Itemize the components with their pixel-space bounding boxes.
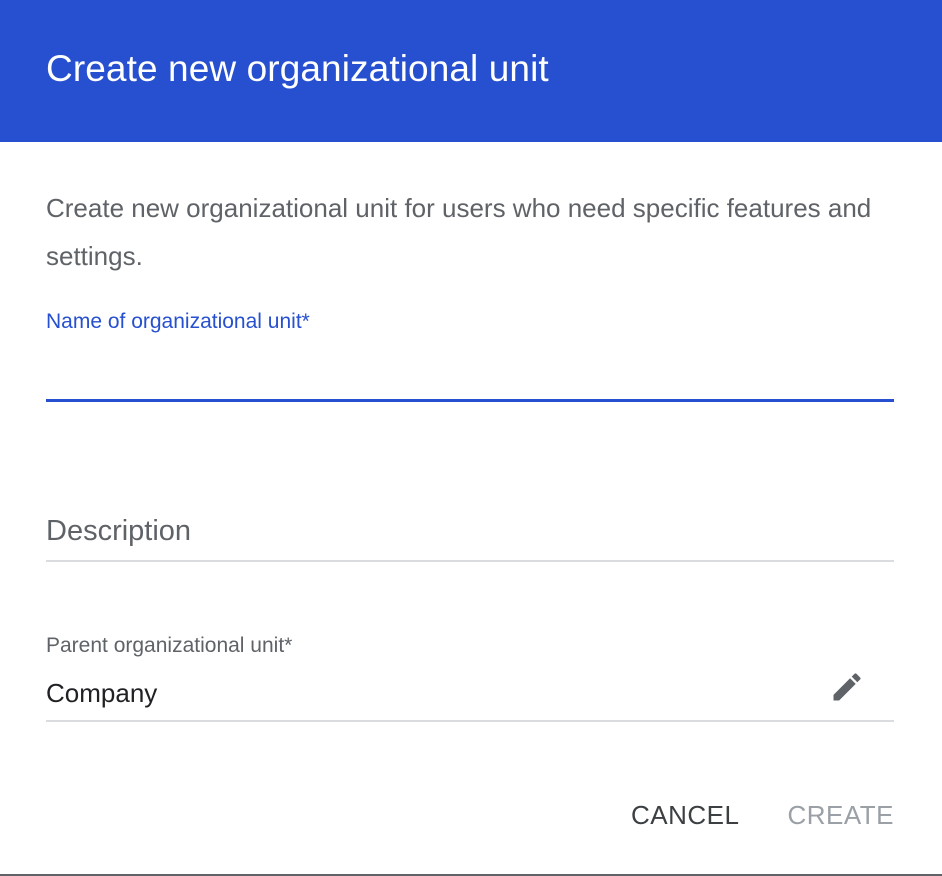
dialog-description: Create new organizational unit for users…	[46, 193, 872, 271]
create-org-unit-dialog: Create new organizational unit Create ne…	[0, 0, 942, 876]
create-button[interactable]: CREATE	[787, 800, 894, 831]
pencil-edit-icon[interactable]	[826, 666, 868, 708]
dialog-title: Create new organizational unit	[46, 48, 549, 89]
dialog-header: Create new organizational unit	[0, 0, 942, 142]
name-field-label: Name of organizational unit*	[46, 310, 310, 333]
parent-org-unit-value: Company	[46, 678, 158, 708]
description-input[interactable]	[46, 510, 894, 562]
cancel-button[interactable]: CANCEL	[631, 800, 739, 831]
org-unit-name-input[interactable]	[46, 342, 894, 402]
dialog-actions: CANCEL CREATE	[631, 800, 894, 831]
parent-org-unit-label: Parent organizational unit*	[46, 634, 293, 657]
parent-org-unit-field: Company	[46, 664, 894, 722]
